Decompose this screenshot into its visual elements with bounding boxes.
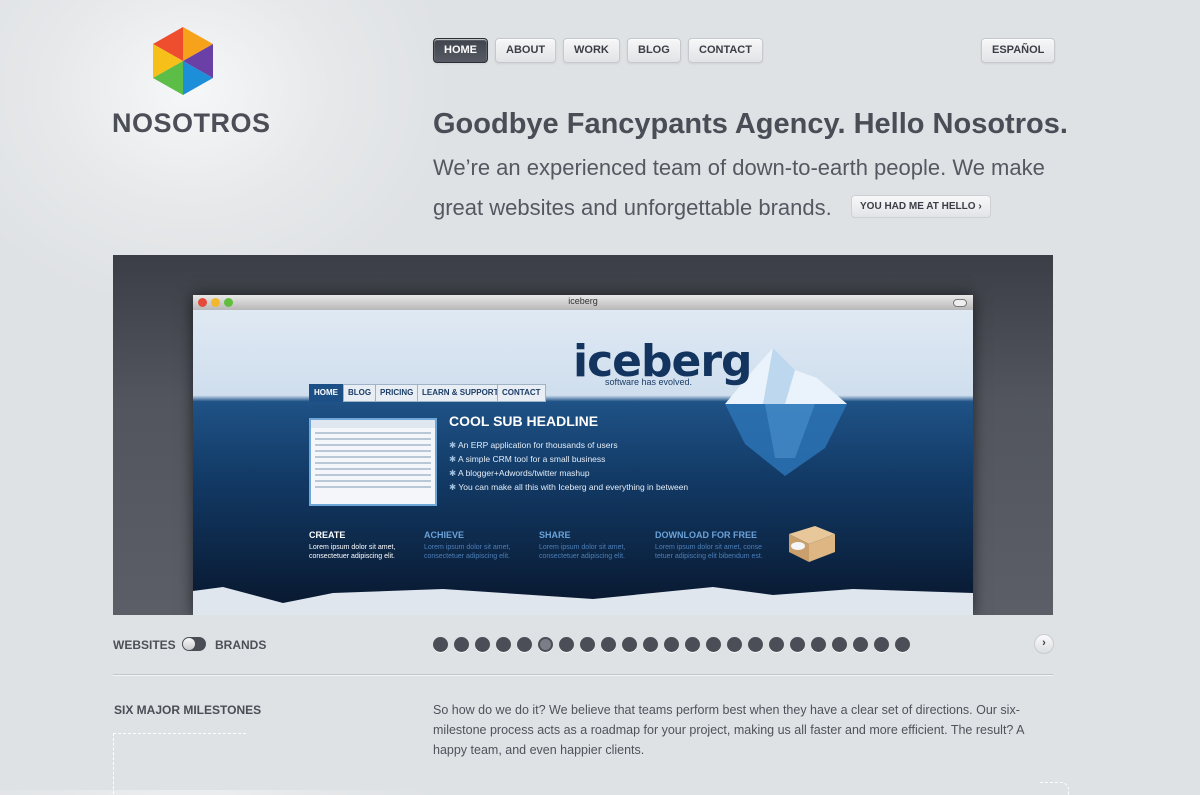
site-column-share: SHARE Lorem ipsum dolor sit amet, consec… xyxy=(539,530,649,561)
cta-label: YOU HAD ME AT HELLO xyxy=(860,201,976,212)
app-screenshot-thumbnail xyxy=(309,418,437,506)
site-tab-blog: BLOG xyxy=(343,384,377,402)
nav-contact-button[interactable]: CONTACT xyxy=(688,38,763,63)
site-tab-contact: CONTACT xyxy=(497,384,546,402)
list-item: A blogger+Adwords/twitter mashup xyxy=(449,466,688,480)
iceberg-tagline: software has evolved. xyxy=(605,377,693,387)
websites-brands-toggle[interactable] xyxy=(182,637,206,651)
list-item: An ERP application for thousands of user… xyxy=(449,438,688,452)
column-title: ACHIEVE xyxy=(424,530,465,540)
browser-titlebar: iceberg xyxy=(193,295,973,311)
slide-dot-13[interactable] xyxy=(685,637,700,652)
slide-pagination xyxy=(433,637,910,652)
nav-blog-button[interactable]: BLOG xyxy=(627,38,681,63)
column-title: CREATE xyxy=(309,530,346,540)
list-item: A simple CRM tool for a small business xyxy=(449,452,688,466)
chevron-right-icon: › xyxy=(978,201,982,212)
slide-dot-20[interactable] xyxy=(832,637,847,652)
slide-dot-6[interactable] xyxy=(538,637,553,652)
slide-dot-14[interactable] xyxy=(706,637,721,652)
iceberg-feature-list: An ERP application for thousands of user… xyxy=(449,438,688,494)
slide-dot-5[interactable] xyxy=(517,637,532,652)
language-button[interactable]: ESPAÑOL xyxy=(981,38,1056,63)
slide-dot-3[interactable] xyxy=(475,637,490,652)
column-title: DOWNLOAD FOR FREE xyxy=(655,530,757,540)
site-column-achieve: ACHIEVE Lorem ipsum dolor sit amet, cons… xyxy=(424,530,534,561)
slide-dot-8[interactable] xyxy=(580,637,595,652)
slide-dot-11[interactable] xyxy=(643,637,658,652)
slide-dot-17[interactable] xyxy=(769,637,784,652)
slide-dot-18[interactable] xyxy=(790,637,805,652)
nav-work-button[interactable]: WORK xyxy=(563,38,620,63)
site-column-create: CREATE Lorem ipsum dolor sit amet, conse… xyxy=(309,530,419,561)
column-text: Lorem ipsum dolor sit amet, consectetuer… xyxy=(309,544,396,560)
slide-dot-15[interactable] xyxy=(727,637,742,652)
slide-dot-19[interactable] xyxy=(811,637,826,652)
site-tab-learn: LEARN & SUPPORT xyxy=(417,384,504,402)
websites-toggle-label[interactable]: WEBSITES xyxy=(113,638,176,652)
column-text: Lorem ipsum dolor sit amet, consectetuer… xyxy=(539,544,626,560)
column-text: Lorem ipsum dolor sit amet, conse tetuer… xyxy=(655,544,763,560)
hero-headline: Goodbye Fancypants Agency. Hello Nosotro… xyxy=(433,108,1068,140)
site-column-download: DOWNLOAD FOR FREE Lorem ipsum dolor sit … xyxy=(655,530,775,561)
next-slide-button[interactable]: › xyxy=(1034,634,1054,654)
hello-cta-button[interactable]: YOU HAD ME AT HELLO › xyxy=(851,195,991,218)
iceberg-site-preview: iceberg software has evolved. HOME BLOG … xyxy=(193,310,973,615)
slide-dot-21[interactable] xyxy=(853,637,868,652)
slide-dot-22[interactable] xyxy=(874,637,889,652)
chevron-right-icon: › xyxy=(1042,637,1046,649)
brand-wordmark[interactable]: NOSOTROS xyxy=(112,108,271,139)
dashed-outline-decoration xyxy=(113,733,246,794)
toolbar-pill-icon xyxy=(953,299,967,307)
brands-toggle-label[interactable]: BRANDS xyxy=(215,638,266,652)
slide-dot-23[interactable] xyxy=(895,637,910,652)
slide-dot-7[interactable] xyxy=(559,637,574,652)
milestones-description: So how do we do it? We believe that team… xyxy=(433,703,1024,757)
list-item: You can make all this with Iceberg and e… xyxy=(449,480,688,494)
browser-title: iceberg xyxy=(568,296,598,306)
slide-dot-2[interactable] xyxy=(454,637,469,652)
slide-dot-9[interactable] xyxy=(601,637,616,652)
browser-window: iceberg iceberg software has evolved. HO… xyxy=(193,295,973,615)
slide-dot-10[interactable] xyxy=(622,637,637,652)
package-box-icon xyxy=(789,526,835,562)
portfolio-showcase[interactable]: iceberg iceberg software has evolved. HO… xyxy=(113,255,1053,615)
dashed-corner-decoration xyxy=(1040,782,1069,795)
nav-about-button[interactable]: ABOUT xyxy=(495,38,557,63)
milestones-heading: SIX MAJOR MILESTONES xyxy=(114,703,262,717)
hexagon-cube-logo-icon[interactable] xyxy=(153,27,213,95)
column-text: Lorem ipsum dolor sit amet, consectetuer… xyxy=(424,544,511,560)
section-divider xyxy=(113,674,1053,675)
ice-floor-shape xyxy=(193,587,973,615)
slide-dot-4[interactable] xyxy=(496,637,511,652)
nav-home-button[interactable]: HOME xyxy=(433,38,488,63)
site-tab-home: HOME xyxy=(309,384,343,402)
column-title: SHARE xyxy=(539,530,571,540)
slide-dot-1[interactable] xyxy=(433,637,448,652)
site-tab-pricing: PRICING xyxy=(375,384,419,402)
slide-dot-16[interactable] xyxy=(748,637,763,652)
toggle-knob[interactable] xyxy=(183,638,195,650)
iceberg-sub-headline: COOL SUB HEADLINE xyxy=(449,413,599,429)
slide-dot-12[interactable] xyxy=(664,637,679,652)
